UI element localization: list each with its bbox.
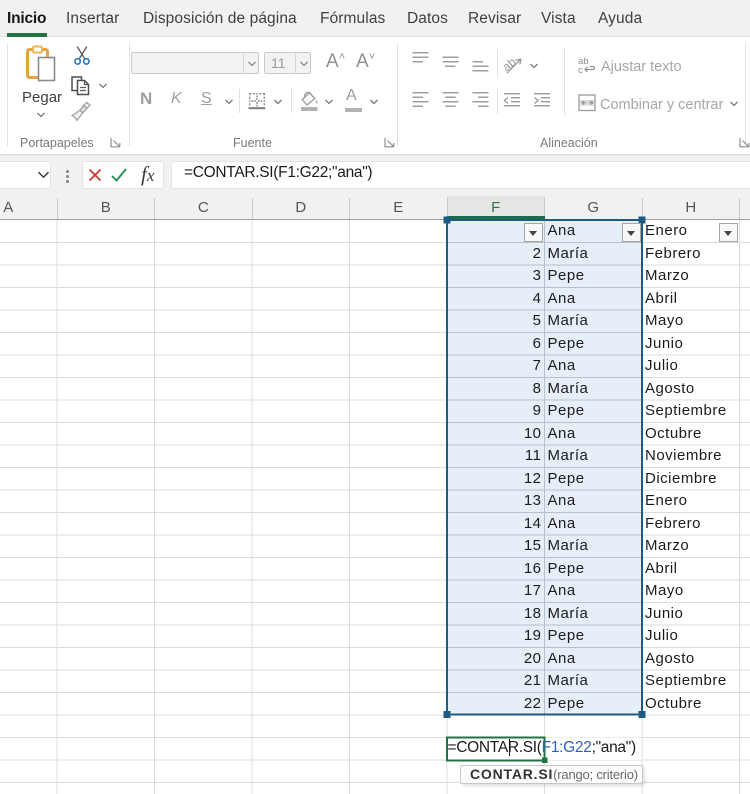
svg-text:c: c	[578, 65, 583, 75]
